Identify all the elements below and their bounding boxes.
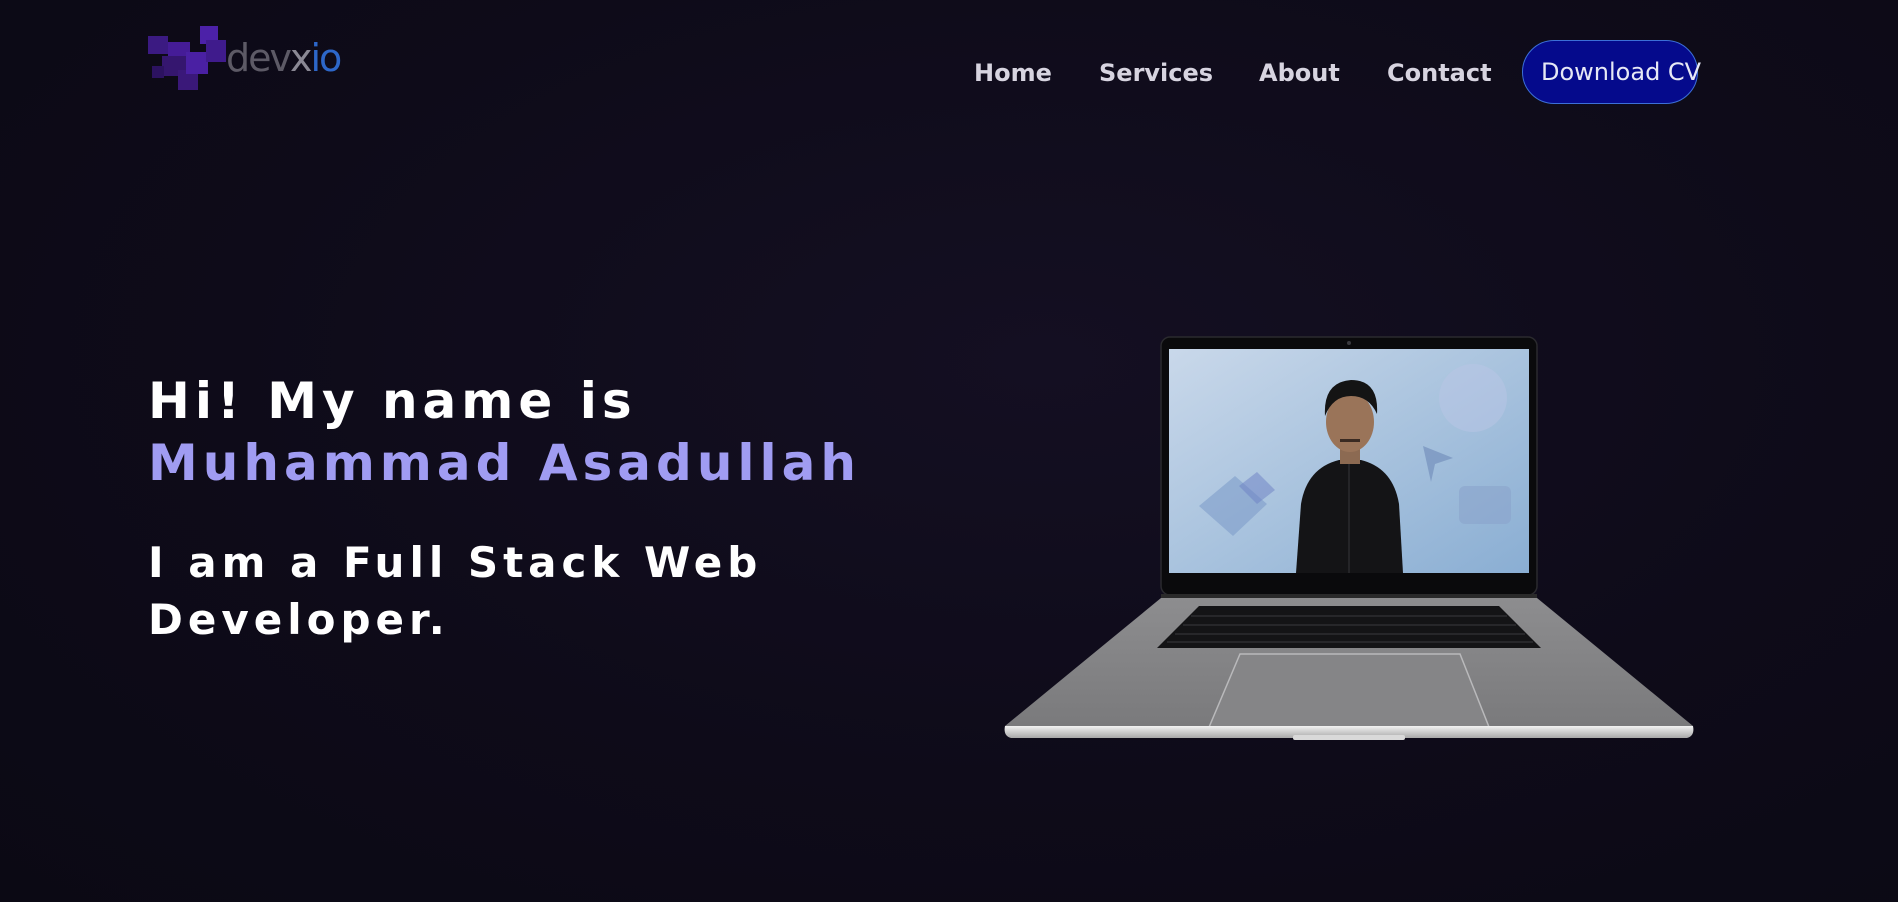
hero-intro: Hi! My name is	[148, 372, 637, 430]
hero-tagline: I am a Full Stack Web Developer.	[148, 538, 763, 644]
laptop-illustration	[1003, 336, 1695, 748]
nav-link-services[interactable]: Services	[1099, 53, 1213, 93]
nav-link-about[interactable]: About	[1259, 53, 1340, 93]
laptop-icon	[1004, 336, 1694, 740]
hero-name: Muhammad Asadullah	[148, 434, 862, 492]
nav-link-home[interactable]: Home	[974, 53, 1052, 93]
nav-link-contact[interactable]: Contact	[1387, 53, 1492, 93]
download-cv-button[interactable]: Download CV	[1522, 40, 1701, 104]
hero-section: Hi! My name is Muhammad Asadullah I am a…	[148, 370, 948, 648]
page: devxio Home Services About Contact Downl…	[0, 0, 1898, 902]
